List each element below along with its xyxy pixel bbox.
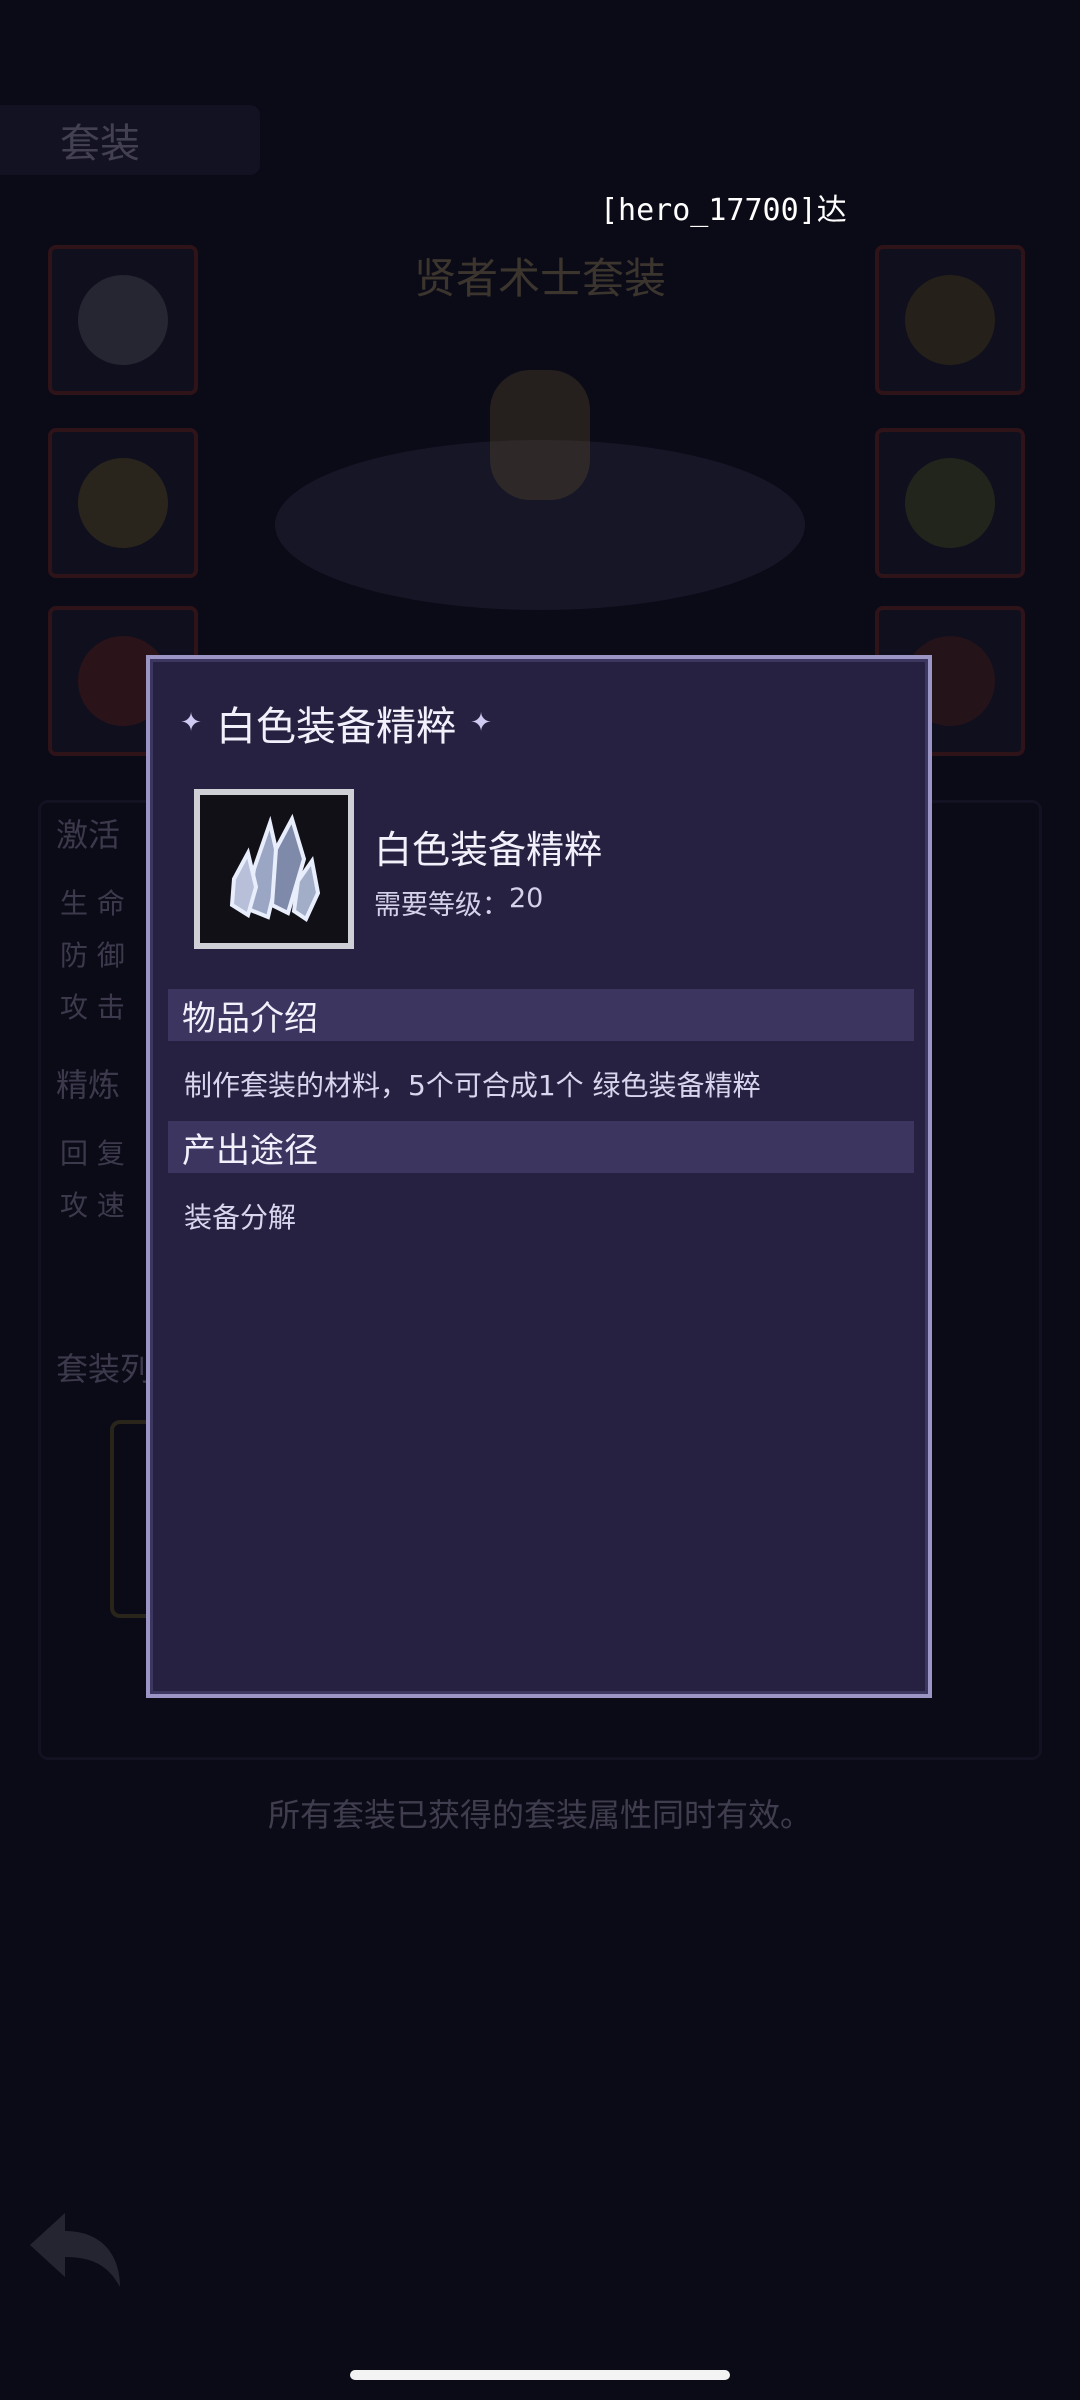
sparkle-icon: ✦ — [180, 708, 202, 738]
section-title: 产出途径 — [182, 1130, 318, 1171]
section-header-description: 物品介绍 — [168, 989, 914, 1041]
equip-slot-armor[interactable] — [48, 428, 198, 578]
bg-label-activate: 激活 — [56, 816, 121, 854]
dialog-title-row: ✦ 白色装备精粹 ✦ — [180, 694, 492, 752]
sparkle-icon: ✦ — [470, 708, 492, 738]
section-header-source: 产出途径 — [168, 1121, 914, 1173]
crystal-icon — [229, 813, 321, 922]
required-level-label: 需要等级： — [374, 890, 509, 921]
page-title-tab: 套装 — [0, 105, 260, 175]
bg-label-atkspeed: 攻 速 — [60, 1189, 125, 1222]
broadcast-notice: [hero_17700]达 — [600, 193, 847, 228]
page-title: 套装 — [60, 121, 140, 167]
required-level: 需要等级： 20 — [374, 883, 543, 922]
footer-note: 所有套装已获得的套装属性同时有效。 — [267, 1796, 812, 1834]
item-icon-frame — [194, 789, 354, 949]
bg-label-set-list: 套装列 — [56, 1350, 153, 1388]
item-name: 白色装备精粹 — [374, 828, 603, 872]
dialog-title: 白色装备精粹 — [216, 704, 456, 750]
bg-label-refine: 精炼 — [56, 1066, 121, 1104]
home-indicator[interactable] — [350, 2370, 730, 2380]
back-arrow-icon — [30, 2213, 120, 2287]
item-description: 制作套装的材料，5个可合成1个 绿色装备精粹 — [184, 1069, 761, 1102]
equip-slot-ring[interactable] — [875, 428, 1025, 578]
item-source: 装备分解 — [184, 1201, 297, 1234]
bg-label-regen: 回 复 — [60, 1137, 125, 1170]
section-title: 物品介绍 — [182, 998, 318, 1039]
required-level-value: 20 — [509, 883, 544, 914]
back-button[interactable] — [20, 2195, 130, 2305]
bg-label-atk: 攻 击 — [60, 991, 125, 1024]
bg-label-def: 防 御 — [60, 939, 125, 972]
equip-slot-amulet[interactable] — [875, 245, 1025, 395]
item-detail-dialog: ✦ 白色装备精粹 ✦ 白色装备精粹 需要等级： 20 物品介绍 制作套装的材料，… — [146, 655, 932, 1698]
character-figure — [490, 370, 590, 500]
equip-slot-helmet[interactable] — [48, 245, 198, 395]
bg-label-hp: 生 命 — [60, 887, 125, 920]
set-name: 贤者术士套装 — [413, 254, 666, 303]
